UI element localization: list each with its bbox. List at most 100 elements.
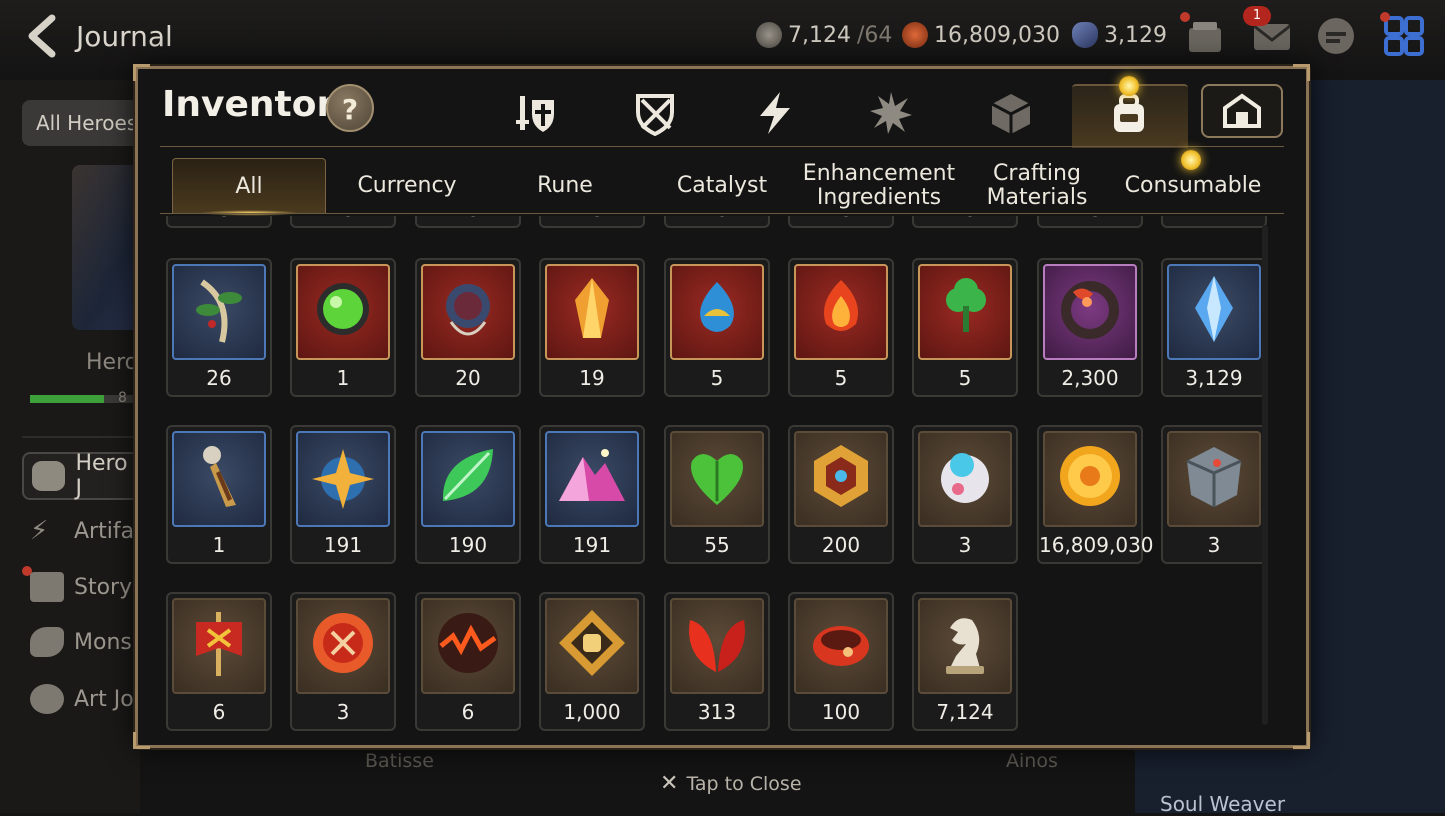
tap-to-close-button[interactable]: ✕ Tap to Close — [660, 771, 802, 796]
divider — [160, 146, 1284, 147]
inventory-slot[interactable]: 191 — [290, 425, 396, 564]
item-quantity: 2,300 — [1061, 366, 1119, 390]
inventory-slot[interactable]: 1 — [1161, 216, 1267, 228]
hero-progress-fill — [30, 395, 104, 403]
inventory-slot[interactable]: 1 — [166, 425, 272, 564]
inventory-slot[interactable]: 26 — [166, 258, 272, 397]
frame-corner — [133, 732, 150, 749]
gold-resource: 16,809,030 — [902, 22, 1060, 48]
item-quantity: 15 — [790, 216, 892, 221]
item-quantity: 6 — [212, 700, 226, 724]
inventory-slot[interactable]: 15 — [539, 216, 645, 228]
herb-icon — [196, 279, 242, 343]
item-quantity: 3,129 — [1185, 366, 1243, 390]
sidebar-item-story[interactable]: Story — [30, 572, 132, 602]
item-quantity: 1 — [336, 366, 350, 390]
fire-charm-icon — [823, 280, 859, 331]
sidebar-item-hero-journal[interactable]: Hero J — [22, 451, 142, 501]
sidebar-item-label: Mons — [74, 629, 132, 655]
skill-burst-icon[interactable] — [868, 90, 914, 136]
blue-crystal-icon — [1195, 276, 1233, 342]
top-bar — [0, 0, 1445, 74]
item-quantity: 190 — [448, 533, 488, 557]
inventory-slot[interactable]: 3 — [1161, 425, 1267, 564]
inventory-slot[interactable]: 5 — [788, 258, 894, 397]
frame-corner — [1293, 64, 1310, 81]
leaf-charm-icon — [946, 278, 986, 332]
green-orb-icon — [317, 283, 369, 335]
frame-corner — [133, 64, 150, 81]
inventory-slot[interactable]: 191 — [539, 425, 645, 564]
lightning-icon[interactable] — [752, 90, 798, 136]
inventory-slot[interactable]: 25 — [290, 216, 396, 228]
inventory-slot[interactable]: 15 — [664, 216, 770, 228]
inventory-slot[interactable]: 6 — [166, 592, 272, 731]
tab-catalyst[interactable]: Catalyst — [645, 158, 799, 214]
inventory-slot[interactable]: 1 — [290, 258, 396, 397]
inventory-scrollbar[interactable] — [1262, 225, 1268, 725]
crystal-value: 3,129 — [1104, 22, 1167, 48]
tab-enhancement-ingredients[interactable]: Enhancement Ingredients — [802, 158, 956, 214]
inventory-slot[interactable]: 5 — [912, 258, 1018, 397]
red-bracelet-icon — [813, 626, 869, 666]
fist-emblem-icon — [559, 610, 625, 676]
inventory-slot[interactable]: 313 — [664, 592, 770, 731]
back-arrow-icon[interactable] — [22, 14, 62, 58]
tab-rune[interactable]: Rune — [488, 158, 642, 214]
ring-icon — [1061, 281, 1119, 339]
inventory-slot[interactable]: 3 — [290, 592, 396, 731]
dagger-icon — [203, 446, 236, 507]
inventory-slot[interactable]: 190 — [415, 425, 521, 564]
new-indicator-dot — [1119, 76, 1139, 96]
item-quantity: 25 — [1039, 216, 1141, 221]
inventory-slot[interactable]: 25 — [1037, 216, 1143, 228]
help-button[interactable]: ? — [326, 84, 374, 132]
inventory-slot[interactable]: 16,809,030 — [1037, 425, 1154, 564]
sidebar-item-artifact[interactable]: ⚡ Artifa — [30, 516, 134, 546]
inventory-slot[interactable]: 7,124 — [912, 592, 1018, 731]
inventory-slot[interactable]: 15 — [415, 216, 521, 228]
tab-currency[interactable]: Currency — [330, 158, 484, 214]
item-quantity: 55 — [704, 533, 730, 557]
inventory-slot[interactable]: 5 — [664, 258, 770, 397]
inventory-slot[interactable]: 55 — [664, 425, 770, 564]
inventory-slot[interactable]: 1,000 — [539, 592, 645, 731]
palette-icon — [30, 684, 64, 714]
item-quantity: 26 — [206, 366, 232, 390]
inventory-slot[interactable]: 3 — [912, 425, 1018, 564]
item-quantity: 3 — [336, 700, 350, 724]
shop-icon[interactable] — [1183, 14, 1227, 58]
war-banner-icon — [196, 612, 242, 676]
item-quantity: 15 — [666, 216, 768, 221]
inventory-slot[interactable]: 200 — [788, 425, 894, 564]
sword-shield-icon[interactable] — [514, 90, 560, 136]
inventory-slot[interactable]: 100 — [788, 592, 894, 731]
crystal-shard-icon — [575, 278, 609, 338]
sidebar-item-monster[interactable]: Mons — [30, 627, 132, 657]
green-heart-icon — [691, 454, 743, 505]
inventory-slot[interactable]: 15 — [788, 216, 894, 228]
menu-grid-icon[interactable] — [1382, 14, 1426, 58]
inventory-slot[interactable]: 15 — [166, 216, 272, 228]
divider — [22, 436, 140, 438]
item-quantity: 15 — [168, 216, 270, 221]
soul-weaver-label: Soul Weaver — [1160, 792, 1286, 816]
inventory-slot[interactable]: 19 — [539, 258, 645, 397]
gem-cube-icon[interactable] — [988, 90, 1034, 136]
skystone-resource: 7,124/64 — [756, 22, 892, 48]
chat-icon[interactable] — [1314, 14, 1358, 58]
close-icon: ✕ — [660, 771, 679, 796]
inventory-slot[interactable]: 15 — [912, 216, 1018, 228]
tab-crafting-materials[interactable]: Crafting Materials — [960, 158, 1114, 214]
broken-shield-icon[interactable] — [632, 90, 678, 136]
bag-icon[interactable] — [1106, 90, 1152, 136]
inventory-slot[interactable]: 6 — [415, 592, 521, 731]
tab-all[interactable]: All — [172, 158, 326, 214]
guild-storage-button[interactable] — [1201, 84, 1283, 138]
skystone-max: /64 — [856, 22, 893, 48]
inventory-slot[interactable]: 20 — [415, 258, 521, 397]
inventory-slot[interactable]: 2,300 — [1037, 258, 1143, 397]
scroll-icon — [30, 572, 64, 602]
sidebar-item-art-journal[interactable]: Art Jo — [30, 684, 134, 714]
inventory-slot[interactable]: 3,129 — [1161, 258, 1267, 397]
